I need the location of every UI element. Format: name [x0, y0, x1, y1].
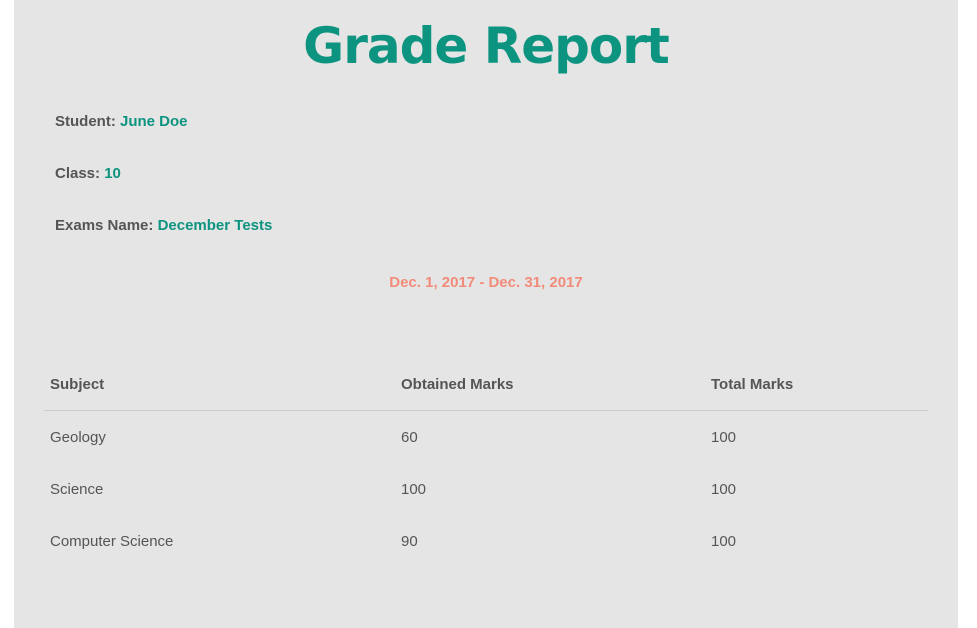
cell-total-marks: 100 [711, 480, 737, 498]
class-value: 10 [104, 165, 121, 182]
table-row: Computer Science 90 100 [44, 515, 928, 567]
exam-row: Exams Name: December Tests [55, 217, 272, 234]
cell-obtained-marks: 100 [401, 480, 427, 498]
student-row: Student: June Doe [55, 113, 188, 130]
cell-total-marks: 100 [711, 428, 737, 446]
cell-obtained-marks: 60 [401, 428, 418, 446]
cell-subject: Geology [50, 428, 106, 446]
cell-obtained-marks: 90 [401, 532, 418, 550]
cell-subject: Science [50, 480, 104, 498]
class-label: Class: [55, 165, 101, 182]
header-subject: Subject [44, 358, 395, 411]
table-row: Geology 60 100 [44, 411, 928, 464]
date-range: Dec. 1, 2017 - Dec. 31, 2017 [389, 274, 583, 291]
exam-value: December Tests [157, 217, 273, 234]
student-label: Student: [55, 113, 116, 130]
header-total-marks: Total Marks [705, 358, 928, 411]
grades-table: Subject Obtained Marks Total Marks Geolo… [44, 358, 928, 567]
table-row: Science 100 100 [44, 463, 928, 515]
grade-report-page: Grade Report Student: June Doe Class: 10… [14, 0, 958, 628]
table-header-row: Subject Obtained Marks Total Marks [44, 358, 928, 411]
class-row: Class: 10 [55, 165, 121, 182]
cell-total-marks: 100 [711, 532, 737, 550]
header-obtained-marks: Obtained Marks [395, 358, 705, 411]
cell-subject: Computer Science [50, 532, 174, 550]
exam-label: Exams Name: [55, 217, 154, 234]
student-value: June Doe [120, 113, 188, 130]
page-title: Grade Report [303, 17, 670, 75]
